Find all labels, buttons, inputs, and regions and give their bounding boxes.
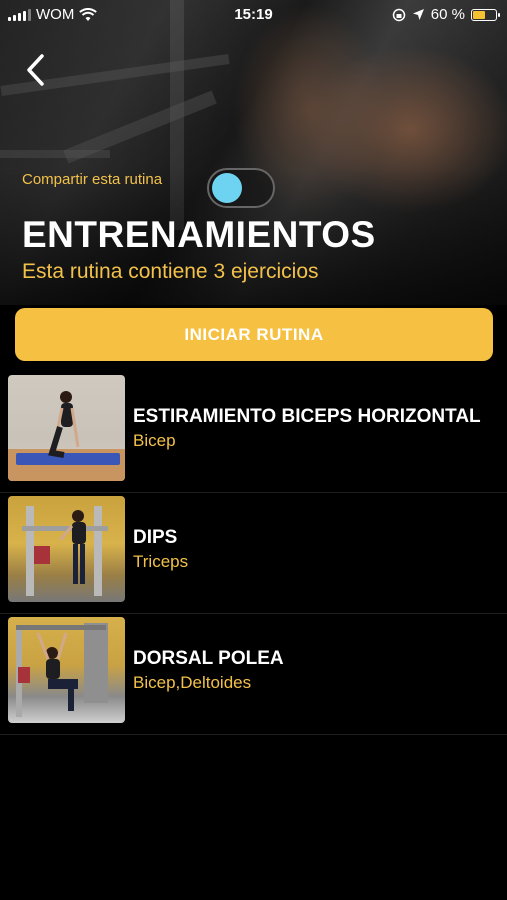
exercise-name: DIPS xyxy=(133,526,178,548)
exercise-row[interactable]: DIPS Triceps xyxy=(0,493,507,614)
routine-summary: Esta rutina contiene 3 ejercicios xyxy=(22,260,319,283)
toggle-knob xyxy=(212,173,242,203)
exercise-thumbnail xyxy=(8,496,125,602)
battery-icon xyxy=(471,8,500,21)
exercise-name: ESTIRAMIENTO BICEPS HORIZONTAL xyxy=(133,405,481,427)
exercise-muscle: Triceps xyxy=(133,551,189,571)
share-routine-toggle[interactable] xyxy=(207,168,275,208)
battery-percent: 60 % xyxy=(430,6,465,23)
exercise-name: DORSAL POLEA xyxy=(133,647,284,669)
page-title: ENTRENAMIENTOS xyxy=(22,214,376,255)
exercise-row[interactable]: DORSAL POLEA Bicep,Deltoides xyxy=(0,614,507,735)
status-bar: WOM 15:19 60 % xyxy=(0,0,507,30)
exercise-muscle: Bicep xyxy=(133,430,176,450)
exercise-thumbnail xyxy=(8,617,125,723)
back-button[interactable] xyxy=(22,52,52,88)
orientation-lock-icon xyxy=(392,8,406,21)
exercise-muscle: Bicep,Deltoides xyxy=(133,672,252,692)
share-routine-label: Compartir esta rutina xyxy=(22,171,163,188)
location-arrow-icon xyxy=(412,9,424,20)
exercise-list: ESTIRAMIENTO BICEPS HORIZONTAL Bicep DIP… xyxy=(0,372,507,735)
chevron-left-icon xyxy=(27,54,44,86)
start-routine-button[interactable]: INICIAR RUTINA xyxy=(15,308,493,361)
exercise-row[interactable]: ESTIRAMIENTO BICEPS HORIZONTAL Bicep xyxy=(0,372,507,493)
exercise-thumbnail xyxy=(8,375,125,481)
